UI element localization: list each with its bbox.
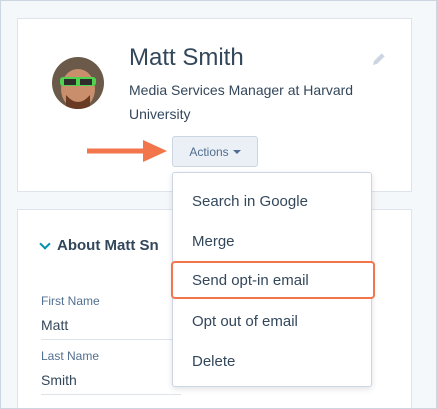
chevron-down-icon bbox=[39, 237, 51, 250]
actions-label: Actions bbox=[189, 144, 229, 159]
menu-item-merge[interactable]: Merge bbox=[173, 222, 371, 260]
contact-job-title: Media Services Manager at Harvard Univer… bbox=[129, 82, 354, 122]
contact-page: Matt Smith Media Services Manager at Har… bbox=[0, 0, 437, 409]
menu-item-opt-out-of-email[interactable]: Opt out of email bbox=[173, 302, 371, 340]
menu-item-send-opt-in-email[interactable]: Send opt-in email bbox=[171, 261, 375, 299]
avatar bbox=[52, 57, 104, 109]
field-divider bbox=[41, 339, 181, 340]
contact-name: Matt Smith bbox=[129, 44, 244, 71]
arrow-right-icon bbox=[87, 140, 167, 162]
last-name-value[interactable]: Smith bbox=[41, 372, 77, 388]
actions-dropdown-menu: Search in Google Merge Send opt-in email… bbox=[171, 172, 375, 387]
pencil-icon[interactable] bbox=[370, 50, 388, 68]
field-divider bbox=[41, 394, 181, 395]
actions-button[interactable]: Actions bbox=[172, 136, 258, 167]
first-name-label: First Name bbox=[41, 294, 100, 308]
about-section-title: About Matt Sn bbox=[57, 237, 159, 254]
menu-item-delete[interactable]: Delete bbox=[173, 342, 371, 380]
first-name-value[interactable]: Matt bbox=[41, 317, 68, 333]
caret-down-icon bbox=[232, 150, 241, 154]
menu-item-search-in-google[interactable]: Search in Google bbox=[173, 182, 371, 220]
about-section-toggle[interactable]: About Matt Sn bbox=[39, 237, 159, 254]
last-name-label: Last Name bbox=[41, 349, 100, 363]
